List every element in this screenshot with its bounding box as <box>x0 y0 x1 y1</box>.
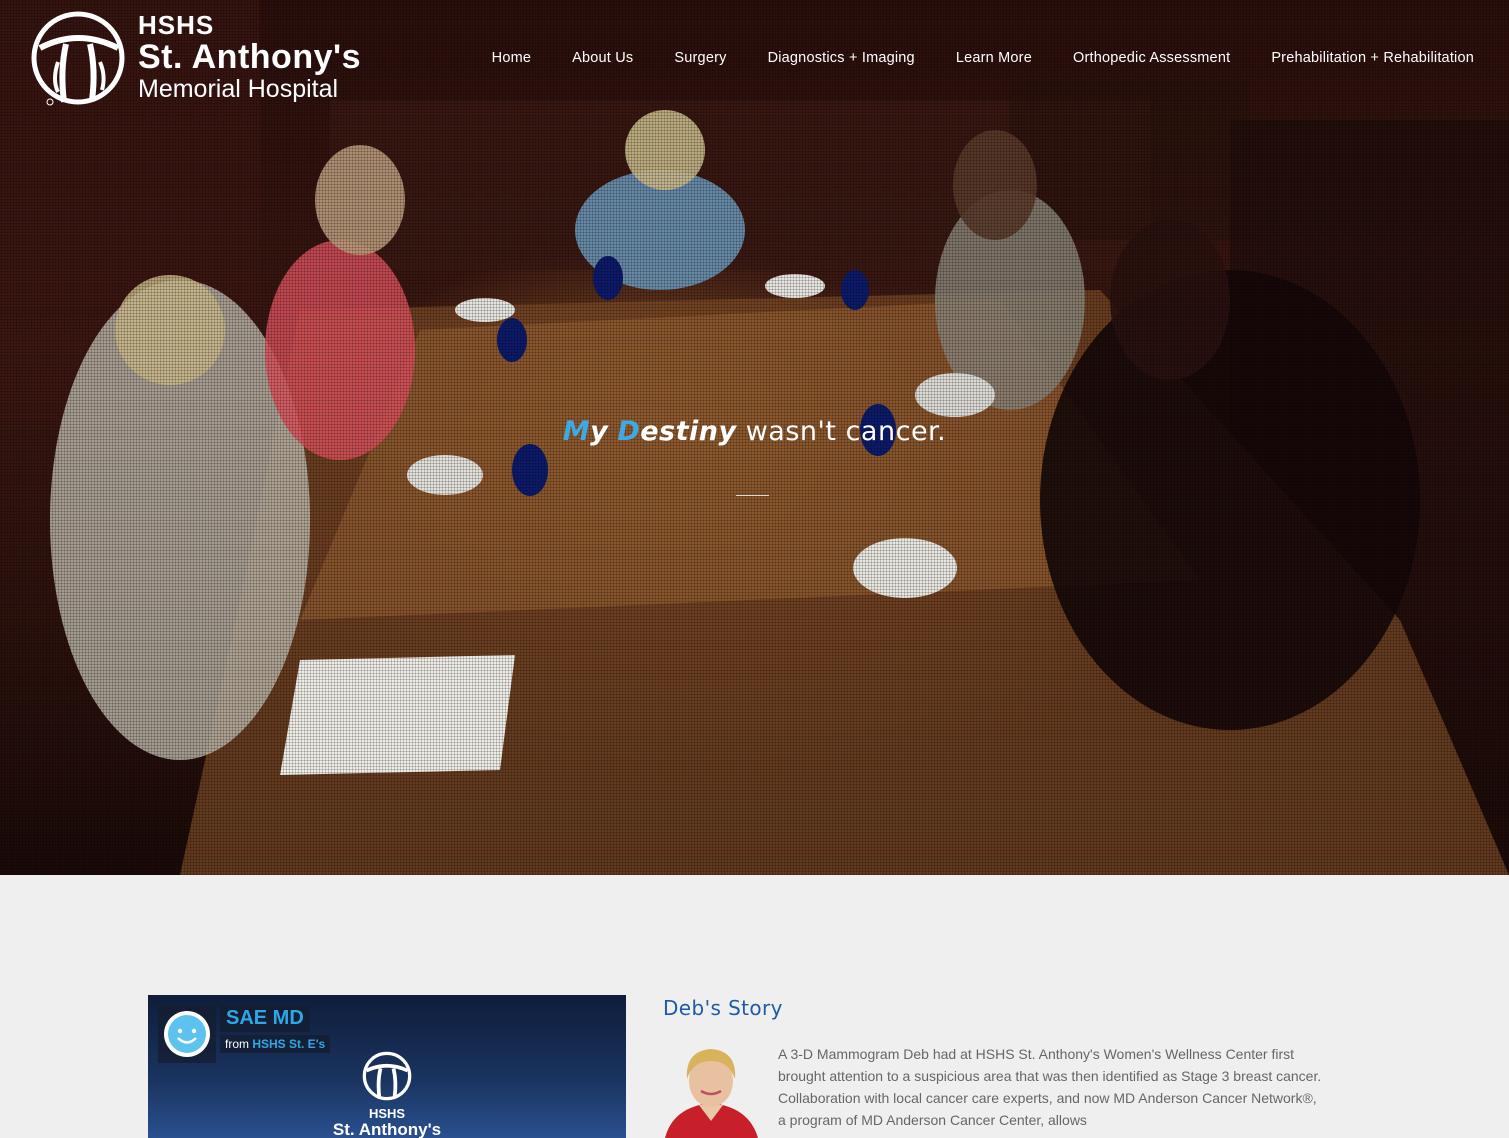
video-logo-hshs: HSHS <box>368 1106 406 1121</box>
nav-diagnostics-imaging[interactable]: Diagnostics + Imaging <box>768 50 915 66</box>
smiley-avatar-icon <box>164 1011 210 1057</box>
video-from-source: HSHS St. E's <box>252 1037 326 1051</box>
tagline-estiny: estiny <box>640 416 737 447</box>
tagline-rest: wasn't cancer. <box>736 416 947 447</box>
site-logo[interactable]: HSHS St. Anthony's Memorial Hospital <box>30 10 370 110</box>
tagline-y: y <box>590 416 609 447</box>
nav-learn-more[interactable]: Learn More <box>956 50 1032 66</box>
logo-line-sub: Memorial Hospital <box>138 75 339 103</box>
story-body-text: A 3-D Mammogram Deb had at HSHS St. Anth… <box>778 1046 1322 1128</box>
logo-text: HSHS St. Anthony's Memorial Hospital <box>138 10 361 104</box>
tagline-d: D <box>617 416 641 447</box>
nav-surgery[interactable]: Surgery <box>674 50 726 66</box>
nav-home[interactable]: Home <box>492 50 531 66</box>
hero-section: HSHS St. Anthony's Memorial Hospital Hom… <box>0 0 1509 875</box>
video-hshs-logo-icon <box>362 1051 412 1101</box>
nav-prehab-rehab[interactable]: Prehabilitation + Rehabilitation <box>1271 50 1474 66</box>
story-title: Deb's Story <box>663 996 783 1020</box>
video-player[interactable]: SAE MD from HSHS St. E's HSHS St. Anthon… <box>148 995 626 1138</box>
main-nav: Home About Us Surgery Diagnostics + Imag… <box>451 50 1474 66</box>
logo-line-hshs: HSHS <box>138 10 215 40</box>
nav-about-us[interactable]: About Us <box>572 50 633 66</box>
video-source[interactable]: from HSHS St. E's <box>220 1035 331 1053</box>
tagline-m: M <box>562 416 591 447</box>
hero-tagline: My Destiny wasn't cancer. <box>0 416 1509 447</box>
deb-portrait-image <box>663 1045 760 1138</box>
hshs-cross-logo-icon <box>31 11 125 106</box>
video-logo-name: St. Anthony's <box>332 1120 442 1138</box>
nav-orthopedic-assessment[interactable]: Orthopedic Assessment <box>1073 50 1230 66</box>
video-from-label: from <box>225 1037 249 1051</box>
tagline-divider <box>736 495 769 496</box>
channel-avatar-badge[interactable] <box>158 1005 216 1063</box>
logo-line-name: St. Anthony's <box>138 38 361 76</box>
video-channel-name[interactable]: SAE MD <box>220 1005 310 1032</box>
